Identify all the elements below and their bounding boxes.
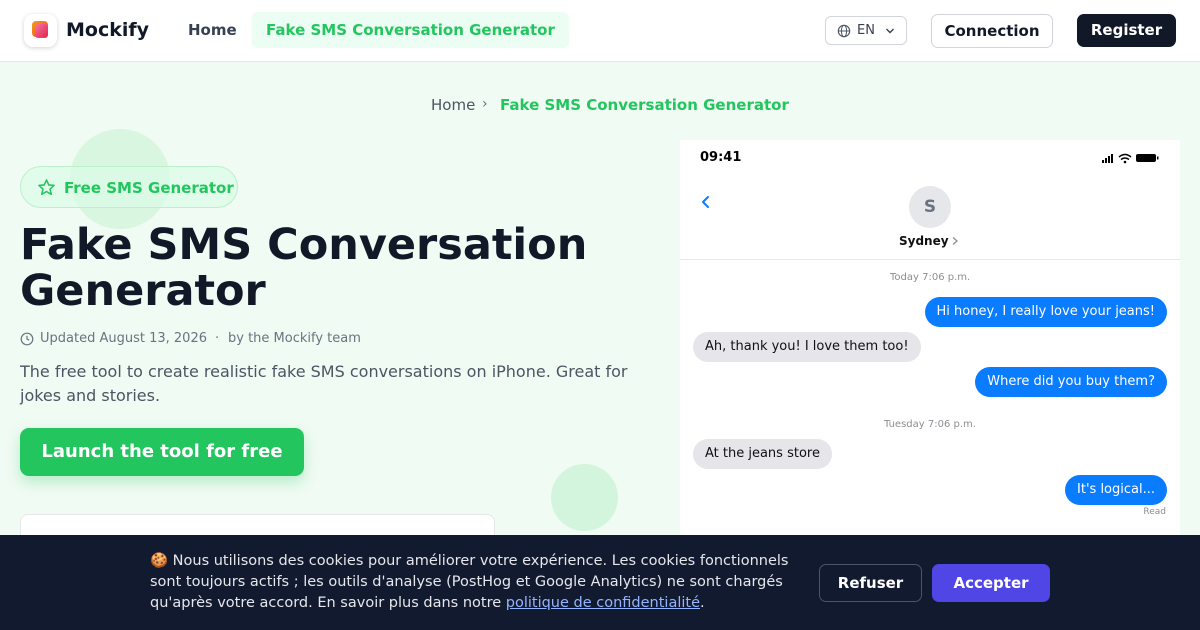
page-title: Fake SMS Conversation Generator xyxy=(20,220,588,316)
launch-tool-button[interactable]: Launch the tool for free xyxy=(20,428,304,476)
cookie-message: 🍪 Nous utilisons des cookies pour amélio… xyxy=(150,551,810,614)
read-receipt: Read xyxy=(1143,507,1166,517)
badge-label: Free SMS Generator xyxy=(64,179,234,197)
message-bubble-incoming: At the jeans store xyxy=(693,439,832,469)
message-bubble-outgoing: Hi honey, I really love your jeans! xyxy=(924,297,1167,327)
back-chevron-icon[interactable] xyxy=(700,194,712,210)
breadcrumb-home[interactable]: Home xyxy=(431,96,475,114)
author: by the Mockify team xyxy=(228,331,361,346)
message-timestamp: Today 7:06 p.m. xyxy=(890,272,971,283)
top-navbar: Mockify Home Fake SMS Conversation Gener… xyxy=(0,0,1200,62)
connection-button[interactable]: Connection xyxy=(931,14,1053,48)
register-button[interactable]: Register xyxy=(1077,14,1176,47)
chevron-down-icon xyxy=(886,28,894,34)
star-icon xyxy=(38,179,55,196)
meta-separator: · xyxy=(215,331,220,346)
message-bubble-outgoing: It's logical... xyxy=(1065,475,1167,505)
chevron-right-icon xyxy=(952,237,958,245)
message-bubble-incoming: Ah, thank you! I love them too! xyxy=(693,332,921,362)
clock-icon xyxy=(20,332,34,346)
privacy-policy-link[interactable]: politique de confidentialité xyxy=(506,595,700,611)
signal-icon xyxy=(1102,154,1113,163)
decorative-circle xyxy=(551,464,618,531)
breadcrumb-current: Fake SMS Conversation Generator xyxy=(500,96,789,114)
phone-preview: 09:41 S Sydney Today 7:06 p.m. Hi honey,… xyxy=(680,140,1180,540)
cookie-text-end: . xyxy=(700,595,705,611)
language-selector[interactable]: EN xyxy=(825,16,907,45)
globe-icon xyxy=(837,24,851,38)
brand-name[interactable]: Mockify xyxy=(66,19,149,41)
refuse-cookies-button[interactable]: Refuser xyxy=(819,564,922,602)
hero-description: The free tool to create realistic fake S… xyxy=(20,362,628,405)
message-timestamp: Tuesday 7:06 p.m. xyxy=(884,419,976,430)
message-bubble-outgoing: Where did you buy them? xyxy=(975,367,1167,397)
contact-name[interactable]: Sydney xyxy=(899,234,949,248)
status-icons xyxy=(1102,153,1159,164)
logo-icon[interactable] xyxy=(24,14,57,47)
free-badge: Free SMS Generator xyxy=(20,166,238,208)
cookie-banner: 🍪 Nous utilisons des cookies pour amélio… xyxy=(0,535,1200,630)
contact-avatar: S xyxy=(909,186,951,228)
nav-link-home[interactable]: Home xyxy=(188,21,237,39)
wifi-icon xyxy=(1118,153,1132,164)
header-divider xyxy=(680,259,1180,260)
updated-date: Updated August 13, 2026 xyxy=(40,331,207,346)
accept-cookies-button[interactable]: Accepter xyxy=(932,564,1050,602)
battery-icon xyxy=(1136,154,1159,162)
language-code: EN xyxy=(857,23,875,38)
nav-link-sms-generator[interactable]: Fake SMS Conversation Generator xyxy=(252,12,569,48)
breadcrumb-separator: › xyxy=(482,96,488,112)
status-time: 09:41 xyxy=(700,150,742,165)
